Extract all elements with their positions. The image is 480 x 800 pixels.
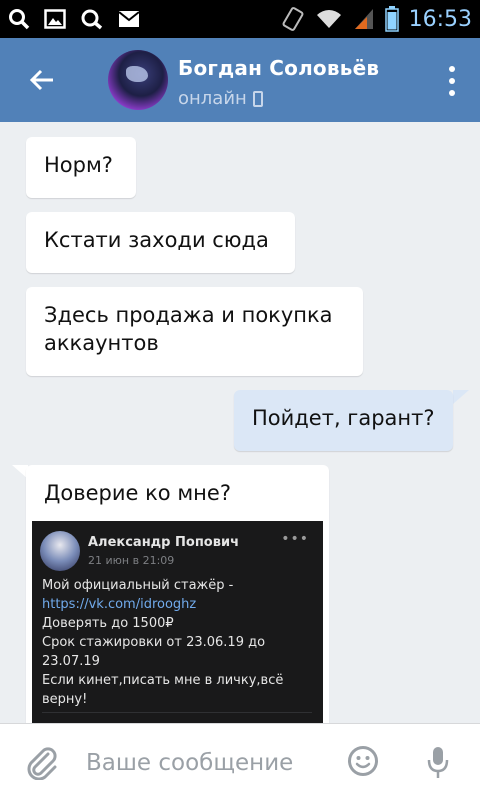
arrow-left-icon (29, 69, 53, 91)
post-line: Если кинет,писать мне в личку,всё верну! (42, 673, 284, 707)
more-options-button[interactable] (446, 66, 458, 96)
search-icon (8, 8, 30, 30)
smiley-icon (348, 746, 378, 776)
microphone-icon (427, 747, 449, 778)
post-link: https://vk.com/idrooghz (42, 597, 197, 612)
post-line: Мой официальный стажёр - (42, 578, 234, 593)
menu-dot (449, 66, 455, 72)
message-text: Пойдет, гарант? (252, 406, 435, 430)
divider (42, 712, 312, 713)
back-button[interactable] (24, 62, 60, 98)
chat-header: Богдан Соловьёв онлайн (0, 38, 480, 122)
post-line: Срок стажировки от 23.06.19 до 23.07.19 (42, 635, 266, 669)
message-bubble-incoming[interactable]: Здесь продажа и покупка аккаунтов (26, 287, 363, 376)
message-bubble-outgoing[interactable]: Пойдет, гарант? (234, 390, 453, 451)
paperclip-icon (27, 747, 57, 781)
status-bar: 16:53 (0, 0, 480, 38)
message-text: Норм? (44, 153, 113, 177)
contact-status: онлайн (178, 88, 263, 109)
attached-image[interactable]: Александр Попович 21 июн в 21:09 ••• Мой… (32, 521, 323, 741)
post-line: Доверять до 1500₽ (42, 616, 174, 631)
status-text: онлайн (178, 88, 247, 109)
wifi-icon (315, 8, 343, 30)
message-input[interactable]: Ваше сообщение (86, 724, 293, 800)
contact-name[interactable]: Богдан Соловьёв (178, 56, 379, 80)
post-date: 21 июн в 21:09 (88, 554, 175, 567)
mail-icon (118, 10, 140, 28)
post-text: Мой официальный стажёр - https://vk.com/… (42, 576, 312, 709)
menu-dot (449, 78, 455, 84)
message-text: Кстати заходи сюда (44, 228, 269, 252)
post-author-avatar (40, 531, 80, 571)
more-icon: ••• (281, 531, 309, 547)
search-alt-icon (80, 8, 104, 30)
post-author-name: Александр Попович (88, 535, 239, 550)
bubble-tail (453, 390, 469, 404)
battery-icon (384, 6, 399, 32)
menu-dot (449, 90, 455, 96)
message-text: Здесь продажа и покупка аккаунтов (44, 303, 333, 355)
contact-avatar[interactable] (108, 50, 168, 110)
image-icon (44, 9, 66, 29)
message-text: Доверие ко мне? (44, 481, 231, 505)
clock: 16:53 (408, 6, 472, 32)
emoji-button[interactable] (347, 745, 379, 781)
message-composer: Ваше сообщение (0, 723, 480, 800)
attach-button[interactable] (26, 746, 58, 784)
mobile-phone-icon (252, 90, 263, 107)
voice-message-button[interactable] (427, 746, 449, 784)
signal-icon (353, 7, 375, 31)
vibrate-icon (281, 6, 305, 32)
message-bubble-incoming[interactable]: Кстати заходи сюда (26, 212, 295, 273)
message-bubble-incoming[interactable]: Норм? (26, 137, 136, 198)
